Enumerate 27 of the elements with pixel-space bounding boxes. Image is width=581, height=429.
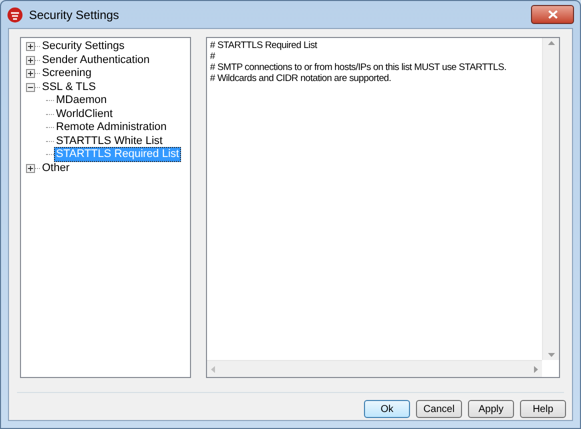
tree-item[interactable]: Screening	[40, 66, 94, 82]
collapse-icon[interactable]	[26, 82, 35, 92]
expand-icon[interactable]	[26, 69, 35, 78]
tree-item[interactable]: WorldClient	[54, 106, 115, 122]
dialog-button[interactable]: Help	[520, 400, 566, 418]
text-line: # SMTP connections to or from hosts/IPs on this list MUST use STARTTLS.	[210, 62, 508, 73]
expand-icon[interactable]	[26, 42, 35, 52]
text-line: #	[210, 51, 216, 62]
expand-icon[interactable]	[26, 56, 35, 65]
text-line: # Wildcards and CIDR notation are supported.	[210, 73, 392, 84]
tree-item[interactable]: MDaemon	[54, 93, 109, 108]
close-button[interactable]	[531, 5, 574, 24]
tree-item[interactable]: Sender Authentication	[40, 52, 152, 68]
dialog-button[interactable]: Ok	[364, 400, 410, 418]
app-logo-icon	[7, 6, 23, 22]
tree-item[interactable]: Remote Administration	[54, 120, 169, 136]
tree-item[interactable]: Other	[40, 160, 72, 176]
dialog-button[interactable]: Apply	[468, 400, 514, 418]
close-icon	[548, 10, 558, 19]
text-line: # STARTTLS Required List	[210, 40, 318, 51]
expand-icon[interactable]	[26, 164, 35, 173]
dialog-button[interactable]: Cancel	[416, 400, 462, 418]
text-editor[interactable]: # STARTTLS Required List # # SMTP connections to or from hosts/IPs on this list MUST use STARTTLS. # Wildcards and CIDR notation are supported.	[206, 37, 560, 378]
window-title: Security Settings	[29, 6, 120, 24]
tree-item[interactable]: Security Settings	[40, 39, 127, 54]
tree-item[interactable]: STARTTLS White List	[54, 134, 165, 149]
tree-item[interactable]: SSL & TLS	[40, 80, 98, 95]
